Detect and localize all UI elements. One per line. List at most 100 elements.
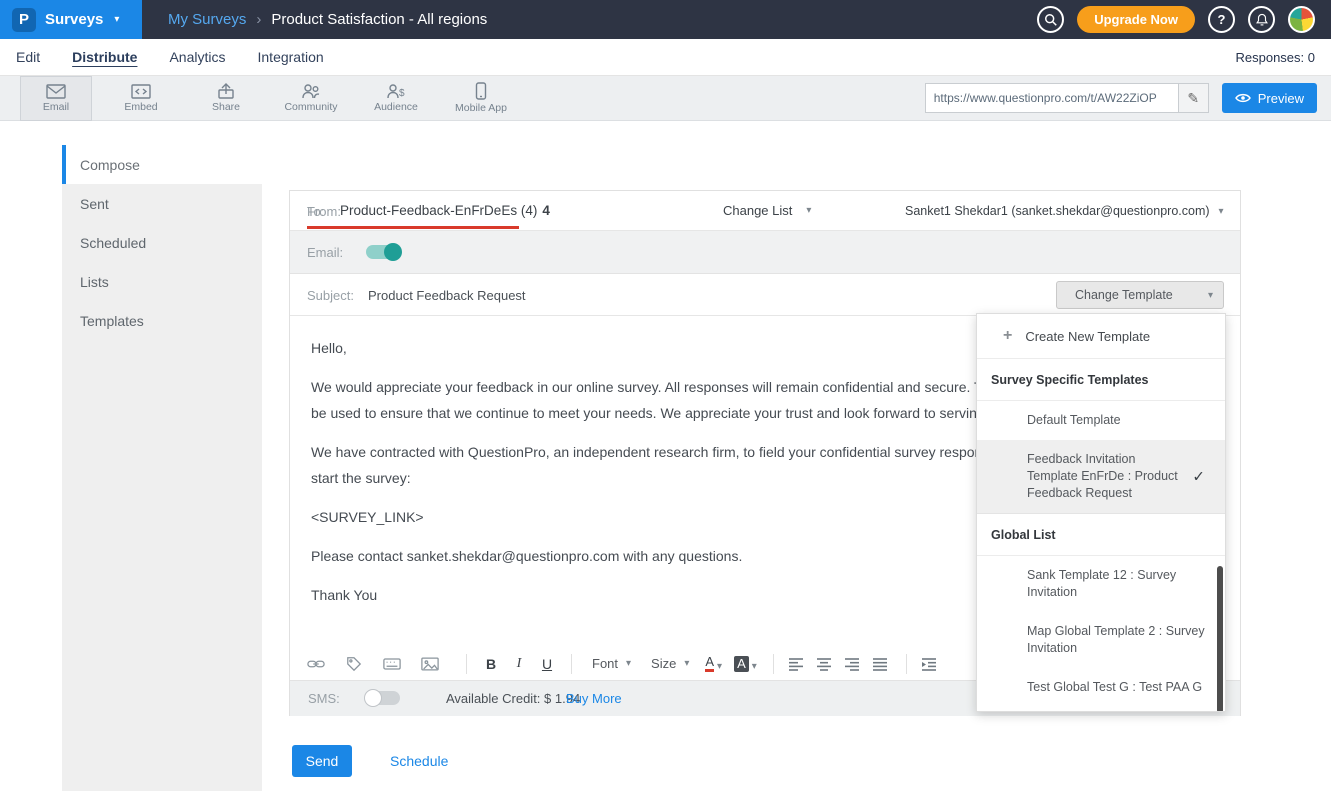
insert-link-button[interactable] bbox=[304, 652, 328, 676]
template-item-default[interactable]: Default Template bbox=[977, 401, 1225, 440]
email-toggle[interactable] bbox=[366, 245, 400, 259]
channel-label: Share bbox=[212, 101, 240, 113]
available-credit: Available Credit: $ 1.94 bbox=[446, 691, 580, 706]
source-code-button[interactable] bbox=[380, 652, 404, 676]
channel-audience[interactable]: $ Audience bbox=[360, 76, 432, 121]
align-justify-icon bbox=[872, 657, 888, 671]
selected-email-list[interactable]: Product-Feedback-EnFrDeEs (4)4 bbox=[340, 203, 550, 218]
question-icon: ? bbox=[1218, 12, 1226, 27]
sidebar-item-scheduled[interactable]: Scheduled bbox=[62, 223, 262, 262]
distribute-channel-bar: Email Embed Share Community $ Audience M… bbox=[0, 76, 1331, 121]
breadcrumb-my-surveys[interactable]: My Surveys bbox=[168, 11, 246, 28]
survey-url-field: ✎ bbox=[925, 83, 1209, 113]
tab-analytics[interactable]: Analytics bbox=[169, 49, 225, 65]
merge-tag-button[interactable] bbox=[342, 652, 366, 676]
section-global-list: Global List bbox=[977, 514, 1225, 556]
sidebar-item-compose[interactable]: Compose bbox=[62, 145, 262, 184]
embed-code-icon bbox=[131, 84, 151, 99]
chevron-down-icon: ▾ bbox=[114, 14, 119, 25]
from-sender-dropdown[interactable]: Sanket1 Shekdar1 (sanket.shekdar@questio… bbox=[905, 204, 1224, 218]
underline-button[interactable]: U bbox=[533, 652, 561, 676]
chevron-down-icon: ▾ bbox=[806, 205, 811, 216]
sidebar-item-sent[interactable]: Sent bbox=[62, 184, 262, 223]
help-button[interactable]: ? bbox=[1208, 6, 1235, 33]
align-right-button[interactable] bbox=[840, 652, 864, 676]
align-center-button[interactable] bbox=[812, 652, 836, 676]
tab-integration[interactable]: Integration bbox=[258, 49, 324, 65]
insert-image-button[interactable] bbox=[418, 652, 442, 676]
toggle-knob bbox=[364, 689, 382, 707]
channel-share[interactable]: Share bbox=[190, 76, 262, 121]
section-survey-specific-templates: Survey Specific Templates bbox=[977, 359, 1225, 401]
font-family-dropdown[interactable]: Font ▾ bbox=[592, 656, 631, 671]
top-header: P Surveys ▾ My Surveys › Product Satisfa… bbox=[0, 0, 1331, 39]
eye-icon bbox=[1235, 93, 1251, 103]
channel-email[interactable]: Email bbox=[20, 76, 92, 121]
toggle-knob bbox=[384, 243, 402, 261]
envelope-icon bbox=[46, 84, 66, 99]
account-usage-avatar[interactable] bbox=[1288, 6, 1315, 33]
survey-url-input[interactable] bbox=[926, 91, 1178, 105]
email-toggle-label: Email: bbox=[307, 245, 343, 260]
align-left-button[interactable] bbox=[784, 652, 808, 676]
chevron-down-icon: ▾ bbox=[752, 661, 757, 672]
template-item-feedback-invitation[interactable]: Feedback Invitation Template EnFrDe : Pr… bbox=[977, 440, 1225, 514]
change-list-dropdown[interactable]: Change List ▾ bbox=[723, 203, 811, 218]
header-actions: Upgrade Now ? bbox=[1037, 6, 1331, 33]
text-color-button[interactable]: A ▾ bbox=[705, 655, 722, 672]
align-left-icon bbox=[788, 657, 804, 671]
channel-mobile-app[interactable]: Mobile App bbox=[445, 76, 517, 121]
template-item-map-global-2[interactable]: Map Global Template 2 : Survey Invitatio… bbox=[977, 612, 1225, 668]
bold-button[interactable]: B bbox=[477, 652, 505, 676]
active-list-indicator bbox=[307, 226, 519, 229]
channel-community[interactable]: Community bbox=[275, 76, 347, 121]
font-size-dropdown[interactable]: Size ▾ bbox=[651, 656, 689, 671]
chevron-down-icon: ▾ bbox=[1208, 290, 1213, 301]
dropdown-scrollbar[interactable] bbox=[1217, 566, 1223, 712]
sms-toggle[interactable] bbox=[366, 691, 400, 705]
link-icon bbox=[307, 658, 325, 670]
email-toggle-row: Email: bbox=[290, 231, 1240, 274]
align-justify-button[interactable] bbox=[868, 652, 892, 676]
schedule-link[interactable]: Schedule bbox=[390, 753, 448, 769]
tab-distribute[interactable]: Distribute bbox=[72, 49, 137, 65]
chevron-down-icon: ▾ bbox=[684, 658, 689, 669]
breadcrumb-separator-icon: › bbox=[256, 11, 261, 28]
notifications-button[interactable] bbox=[1248, 6, 1275, 33]
template-item-sank-12[interactable]: Sank Template 12 : Survey Invitation bbox=[977, 556, 1225, 612]
preview-button[interactable]: Preview bbox=[1222, 83, 1317, 113]
subject-label: Subject: bbox=[307, 288, 354, 303]
tab-edit[interactable]: Edit bbox=[16, 49, 40, 65]
sidebar-item-templates[interactable]: Templates bbox=[62, 301, 262, 340]
buy-more-link[interactable]: Buy More bbox=[566, 691, 622, 706]
sidebar-item-lists[interactable]: Lists bbox=[62, 262, 262, 301]
edit-url-button[interactable]: ✎ bbox=[1178, 84, 1208, 112]
recipient-row: To: Product-Feedback-EnFrDeEs (4)4 Chang… bbox=[290, 191, 1240, 231]
template-item-test-global-g[interactable]: Test Global Test G : Test PAA G bbox=[977, 668, 1225, 707]
page: P Surveys ▾ My Surveys › Product Satisfa… bbox=[0, 0, 1331, 791]
app-menu-surveys[interactable]: P Surveys ▾ bbox=[0, 0, 142, 39]
align-right-icon bbox=[844, 657, 860, 671]
channel-label: Embed bbox=[124, 101, 157, 113]
chevron-down-icon: ▾ bbox=[717, 661, 722, 672]
subject-row: Subject: Product Feedback Request Change… bbox=[290, 274, 1240, 316]
channel-label: Community bbox=[284, 101, 337, 113]
search-button[interactable] bbox=[1037, 6, 1064, 33]
change-template-dropdown: + Create New Template Survey Specific Te… bbox=[976, 313, 1226, 712]
share-icon bbox=[216, 83, 236, 99]
subject-input[interactable]: Product Feedback Request bbox=[368, 288, 526, 303]
italic-button[interactable]: I bbox=[505, 652, 533, 676]
indent-button[interactable] bbox=[917, 652, 941, 676]
responses-count: Responses: 0 bbox=[1236, 50, 1316, 65]
toolbar-divider bbox=[773, 654, 774, 674]
highlight-color-button[interactable]: A ▾ bbox=[734, 656, 757, 672]
toolbar-divider bbox=[571, 654, 572, 674]
send-button[interactable]: Send bbox=[292, 745, 352, 777]
questionpro-logo: P bbox=[12, 8, 36, 32]
channel-bar-right: ✎ Preview bbox=[925, 83, 1331, 113]
change-template-button[interactable]: Change Template ▾ bbox=[1056, 281, 1224, 309]
channel-embed[interactable]: Embed bbox=[105, 76, 177, 121]
chevron-down-icon: ▾ bbox=[626, 658, 631, 669]
create-new-template-item[interactable]: + Create New Template bbox=[977, 314, 1225, 359]
upgrade-now-button[interactable]: Upgrade Now bbox=[1077, 6, 1195, 33]
